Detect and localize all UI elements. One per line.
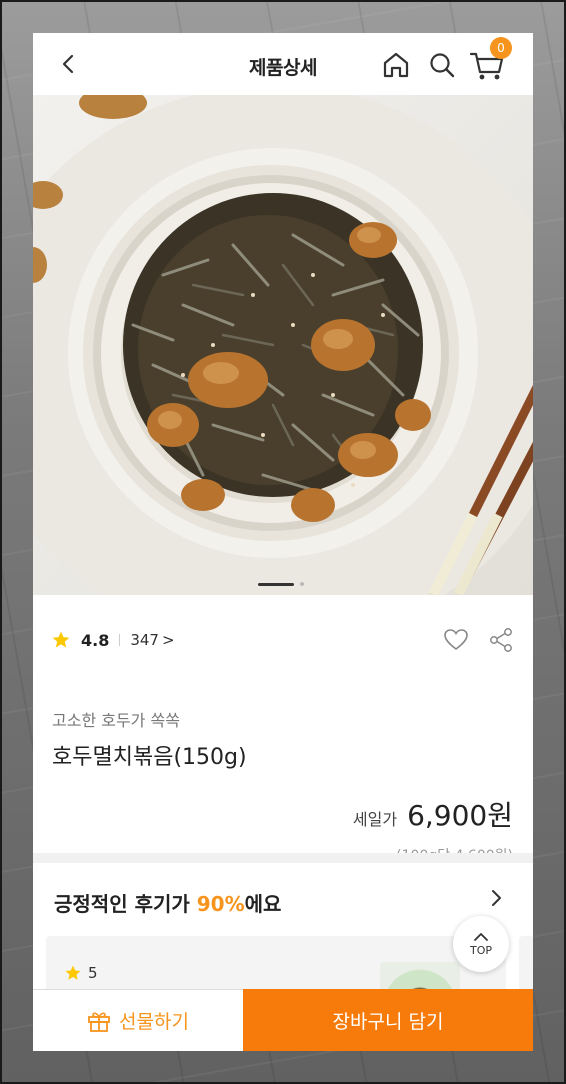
review-positive-percent: 90% [196,892,245,916]
bottom-action-bar: 선물하기 장바구니 담기 [33,989,533,1051]
sale-price: 6,900원 [407,799,513,832]
chevron-right-icon [492,890,501,906]
rating-divider [119,634,121,646]
review-headline[interactable]: 긍정적인 후기가 90%에요 [54,888,281,917]
review-count[interactable]: 347 [130,631,159,649]
search-icon [430,53,455,78]
review-rating: 5 [64,964,98,982]
price-row: 세일가 6,900원 [353,794,513,834]
home-button[interactable] [381,50,411,80]
chevron-up-icon [474,932,488,941]
gift-button[interactable]: 선물하기 [33,989,243,1051]
add-to-cart-label: 장바구니 담기 [332,1010,444,1033]
review-headline-prefix: 긍정적인 후기가 [54,892,197,916]
product-subtitle: 고소한 호두가 쏙쏙 [52,711,180,730]
cart-count-badge: 0 [490,37,512,59]
rating-score: 4.8 [81,630,110,650]
rating-summary[interactable]: 4.8 347 > [51,630,175,650]
scroll-top-label: TOP [469,943,492,957]
star-icon [52,631,70,648]
search-button[interactable] [428,51,456,79]
app-header: 제품상세 0 [33,33,533,95]
gift-button-label: 선물하기 [119,1011,189,1033]
image-pager [258,582,304,586]
product-photo [33,95,533,595]
add-to-cart-button[interactable]: 장바구니 담기 [243,989,533,1051]
product-name: 호두멸치볶음(150g) [52,745,247,770]
like-button[interactable] [443,627,469,653]
star-icon [65,965,81,980]
share-button[interactable] [488,627,514,653]
share-icon [490,628,512,652]
home-icon [383,52,409,78]
product-image[interactable] [33,95,533,595]
gift-icon [88,1011,110,1032]
product-info: 4.8 347 > 고소한 호두가 쏙쏙 호두멸치볶음(150g) 세일가 6,… [33,595,533,864]
review-rating-value: 5 [88,964,98,982]
sale-price-label: 세일가 [352,810,398,829]
review-headline-suffix: 에요 [244,892,282,916]
heart-icon [444,629,468,651]
review-count-chevron: > [161,631,175,649]
review-more-button[interactable] [487,887,505,909]
product-detail-screen: 제품상세 0 4.8 347 > 고소한 호두가 쏙쏙 호두멸치볶음(150g)… [33,33,533,1051]
pager-dot-active [258,582,294,586]
page-title: 제품상세 [249,57,317,79]
scroll-top-button[interactable]: TOP [453,916,509,972]
section-divider [33,853,533,863]
pager-dot[interactable] [300,582,304,586]
